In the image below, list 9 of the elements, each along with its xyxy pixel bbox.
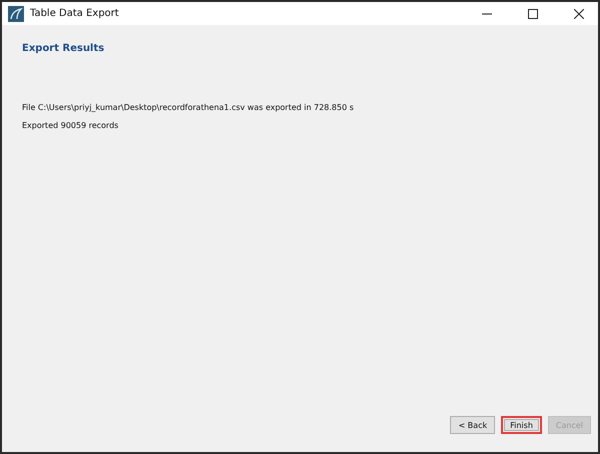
maximize-icon[interactable] [528,8,538,18]
result-message: Exported 90059 records [22,121,120,130]
page-heading: Export Results [22,43,106,54]
back-button[interactable]: < Back [450,416,496,434]
window-title: Table Data Export [30,8,119,19]
app-icon [8,6,24,22]
result-message: File C:\Users\priyj_kumar\Desktop\recordforathena1.csv was exported in 728.850 s [22,103,355,112]
finish-button[interactable]: Finish [501,416,542,434]
close-icon[interactable] [574,8,584,18]
